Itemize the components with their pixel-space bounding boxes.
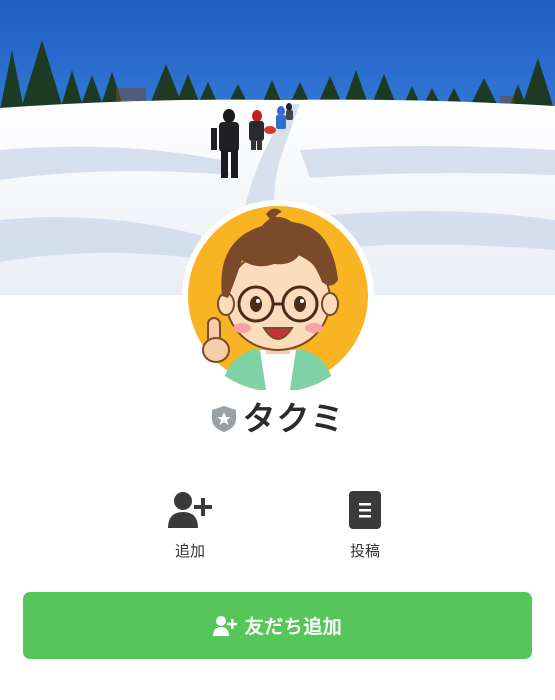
post-action-label: 投稿 [349, 542, 380, 560]
profile-avatar[interactable] [182, 200, 374, 392]
add-friend-button[interactable]: 友だち追加 [23, 592, 532, 659]
add-friend-label: 友だち追加 [244, 616, 343, 638]
shield-badge-icon [211, 405, 237, 433]
add-user-icon [212, 615, 237, 637]
add-action[interactable]: 追加 [140, 488, 240, 561]
add-action-label: 追加 [174, 542, 205, 560]
profile-name: タクミ [242, 399, 345, 438]
add-user-icon [167, 488, 213, 532]
profile-name-row: タクミ [0, 397, 555, 441]
post-action[interactable]: 投稿 [315, 488, 415, 561]
profile-page: タクミ 追加 投稿 友だち追加 [0, 0, 555, 700]
post-icon [342, 488, 388, 532]
